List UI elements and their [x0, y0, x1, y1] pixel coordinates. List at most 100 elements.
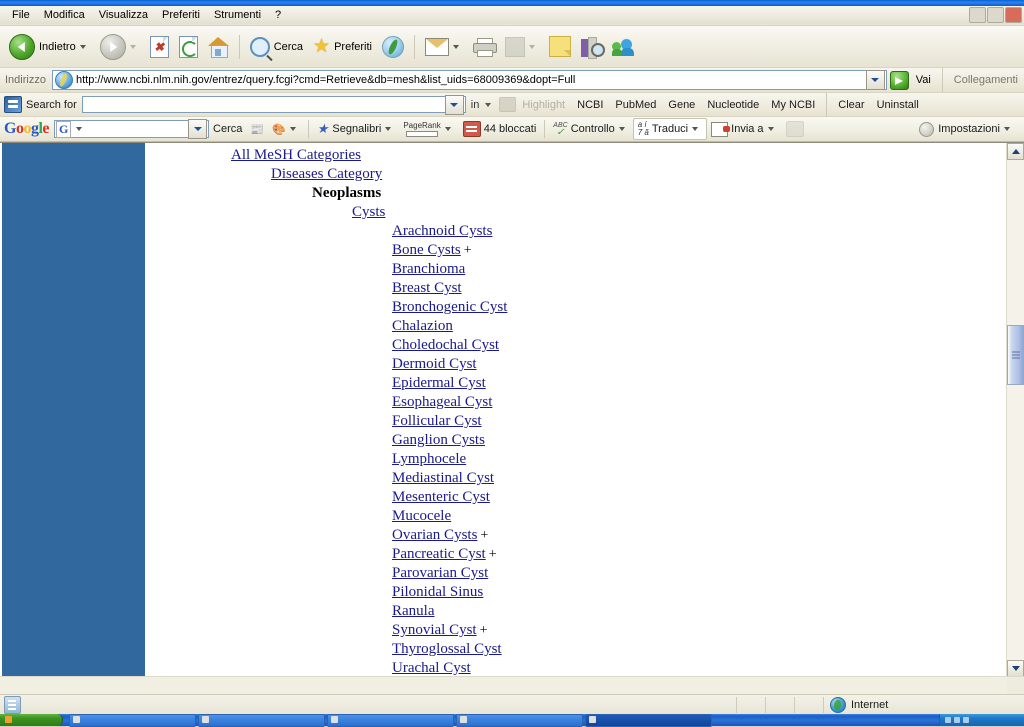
google-sendto-button[interactable]: Invia a	[707, 120, 781, 139]
maximize-button[interactable]	[987, 7, 1004, 23]
google-popup-icon[interactable]: 🎨	[268, 121, 304, 138]
google-settings-button[interactable]: Impostazioni	[915, 120, 1018, 139]
expand-plus-icon[interactable]: +	[461, 243, 472, 258]
edit-button[interactable]	[500, 29, 544, 65]
spellcheck-dropdown-icon[interactable]	[618, 127, 625, 131]
ncbi-link-ncbi[interactable]: NCBI	[571, 97, 609, 113]
vertical-scrollbar[interactable]	[1006, 143, 1024, 677]
mesh-term-link[interactable]: Pancreatic Cyst	[392, 546, 486, 562]
google-history-dropdown[interactable]	[188, 119, 208, 139]
expand-plus-icon[interactable]: +	[486, 547, 497, 562]
google-bookmarks-button[interactable]: ★ Segnalibri	[313, 121, 400, 137]
menu-item-strumenti[interactable]: Strumenti	[207, 7, 268, 23]
google-spellcheck-button[interactable]: ABC ✓ Controllo	[549, 120, 632, 139]
search-button[interactable]: Cerca	[245, 29, 308, 65]
back-button[interactable]: Indietro	[4, 29, 95, 65]
mesh-term-link[interactable]: Diseases Category	[271, 166, 382, 182]
links-label[interactable]: Collegamenti	[948, 74, 1024, 86]
security-zone[interactable]: Internet	[824, 696, 1024, 713]
ncbi-clear-button[interactable]: Clear	[832, 97, 870, 113]
mesh-term-link[interactable]: Ranula	[392, 603, 435, 619]
mesh-term-link[interactable]: Mucocele	[392, 508, 451, 524]
research-button[interactable]	[576, 29, 607, 65]
translate-dropdown-icon[interactable]	[692, 127, 699, 131]
mesh-term-link[interactable]: Urachal Cyst	[392, 660, 471, 676]
menu-item-[interactable]: ?	[268, 7, 288, 23]
ncbi-highlight-button[interactable]: Highlight	[516, 97, 571, 113]
pagerank-dropdown-icon[interactable]	[444, 127, 451, 131]
mesh-term-link[interactable]: All MeSH Categories	[231, 147, 361, 163]
menu-item-preferiti[interactable]: Preferiti	[155, 7, 207, 23]
mesh-term-link[interactable]: Choledochal Cyst	[392, 337, 499, 353]
mesh-term-link[interactable]: Follicular Cyst	[392, 413, 482, 429]
google-popup-blocker-button[interactable]: 44 bloccati	[459, 119, 541, 139]
mesh-term-link[interactable]: Breast Cyst	[392, 280, 462, 296]
taskbar-item-active[interactable]	[585, 713, 712, 727]
mesh-term-link[interactable]: Ganglion Cysts	[392, 432, 485, 448]
ncbi-search-input[interactable]	[81, 94, 466, 115]
taskbar-item[interactable]	[327, 713, 454, 727]
mail-button[interactable]	[420, 29, 468, 65]
ncbi-link-nucleotide[interactable]: Nucleotide	[701, 97, 765, 113]
print-button[interactable]	[468, 29, 500, 65]
back-dropdown-icon[interactable]	[79, 44, 86, 49]
tray-icon[interactable]	[954, 717, 960, 723]
tray-icon[interactable]	[945, 717, 951, 723]
mesh-term-link[interactable]: Arachnoid Cysts	[392, 223, 492, 239]
expand-plus-icon[interactable]: +	[477, 623, 488, 638]
mesh-term-link[interactable]: Dermoid Cyst	[392, 356, 477, 372]
pagerank-indicator[interactable]: PageRank	[399, 120, 458, 139]
taskbar-item[interactable]	[69, 713, 196, 727]
mesh-term-link[interactable]: Epidermal Cyst	[392, 375, 486, 391]
favorites-button[interactable]: ★ Preferiti	[308, 29, 377, 65]
mesh-term-link[interactable]: Synovial Cyst	[392, 622, 477, 638]
address-input[interactable]: http://www.ncbi.nlm.nih.gov/entrez/query…	[51, 70, 887, 90]
ncbi-search-dropdown[interactable]	[444, 94, 464, 115]
mesh-term-link[interactable]: Parovarian Cyst	[392, 565, 488, 581]
google-news-icon[interactable]: 📰	[246, 121, 268, 138]
mesh-term-link[interactable]: Bone Cysts	[392, 242, 461, 258]
vertical-scroll-thumb[interactable]	[1007, 325, 1024, 385]
messenger-button[interactable]	[607, 29, 639, 65]
go-button[interactable]: Vai	[887, 70, 937, 90]
history-button[interactable]	[377, 29, 409, 65]
tray-icon[interactable]	[963, 717, 969, 723]
mail-dropdown-icon[interactable]	[453, 44, 459, 49]
ncbi-link-my-ncbi[interactable]: My NCBI	[765, 97, 821, 113]
menu-item-visualizza[interactable]: Visualizza	[92, 7, 155, 23]
bookmarks-dropdown-icon[interactable]	[385, 127, 392, 131]
refresh-button[interactable]	[174, 29, 203, 65]
scroll-up-button[interactable]	[1007, 143, 1024, 160]
horizontal-scrollbar[interactable]	[0, 676, 1024, 694]
expand-plus-icon[interactable]: +	[477, 528, 488, 543]
google-g-dropdown-icon[interactable]	[76, 127, 83, 131]
mesh-term-link[interactable]: Pilonidal Sinus	[392, 584, 483, 600]
mesh-term-link[interactable]: Esophageal Cyst	[392, 394, 492, 410]
ncbi-link-pubmed[interactable]: PubMed	[609, 97, 662, 113]
home-button[interactable]	[203, 29, 234, 65]
taskbar-item[interactable]	[456, 713, 583, 727]
mesh-term-link[interactable]: Ovarian Cysts	[392, 527, 477, 543]
ncbi-in-dropdown-icon[interactable]	[485, 102, 492, 107]
mesh-term-link[interactable]: Mesenteric Cyst	[392, 489, 490, 505]
google-search-input[interactable]: G	[54, 119, 210, 139]
stop-button[interactable]: ✖	[145, 29, 174, 65]
ncbi-link-gene[interactable]: Gene	[662, 97, 701, 113]
vertical-scroll-track[interactable]	[1007, 160, 1024, 660]
menu-item-file[interactable]: File	[5, 7, 37, 23]
address-dropdown-button[interactable]	[865, 70, 885, 90]
notes-button[interactable]	[544, 29, 576, 65]
google-translate-button[interactable]: a í7 ã Traduci	[632, 118, 708, 140]
minimize-button[interactable]	[969, 7, 986, 23]
google-search-button[interactable]: Cerca	[209, 121, 246, 137]
mesh-term-link[interactable]: Lymphocele	[392, 451, 466, 467]
mesh-term-link[interactable]: Chalazion	[392, 318, 453, 334]
menu-item-modifica[interactable]: Modifica	[37, 7, 92, 23]
scroll-down-button[interactable]	[1007, 660, 1024, 677]
mesh-term-link[interactable]: Cysts	[352, 204, 385, 220]
google-highlight-button[interactable]	[782, 119, 808, 139]
mesh-term-link[interactable]: Thyroglossal Cyst	[392, 641, 502, 657]
mesh-term-link[interactable]: Branchioma	[392, 261, 465, 277]
ncbi-uninstall-button[interactable]: Uninstall	[871, 97, 925, 113]
mesh-term-link[interactable]: Bronchogenic Cyst	[392, 299, 507, 315]
